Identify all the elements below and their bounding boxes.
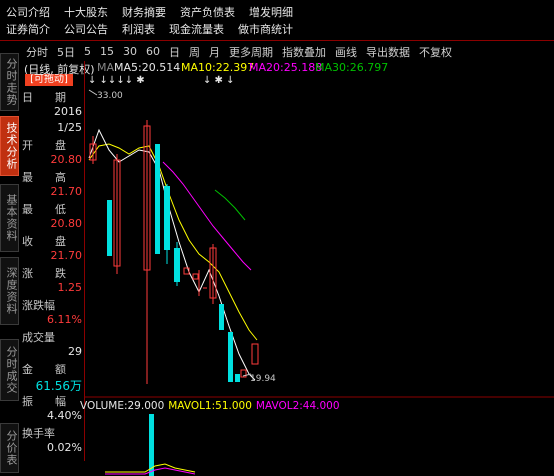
menu-security-brief[interactable]: 证券简介 — [6, 21, 50, 37]
menu-financial-summary[interactable]: 财务摘要 — [122, 4, 166, 20]
ma20-label: MA20:25.188 — [249, 61, 323, 74]
low-label: 最 低 — [22, 203, 66, 216]
kline-chart[interactable]: ↓ ↓↓↓↓ ✱ ↓ ✱ ↓ 33.00 19.94 — [85, 74, 554, 476]
amount-label: 金 额 — [22, 363, 66, 376]
low-value: 20.80 — [50, 217, 83, 230]
ma-prefix: MA — [97, 61, 115, 74]
open-value: 20.80 — [50, 153, 83, 166]
year-value: 2016 — [54, 105, 82, 118]
change-label: 涨 跌 — [22, 267, 66, 280]
period-toolbar: 分时 5日 5 15 30 60 日 周 月 更多周期 指数叠加 画线 导出数据… — [0, 43, 554, 60]
tab-timeshare[interactable]: 分时 — [26, 44, 48, 60]
nav-timeshare-trend[interactable]: 分时走势 — [0, 53, 19, 111]
nav-deep-info[interactable]: 深度资料 — [0, 257, 19, 325]
ma30-line — [214, 189, 246, 221]
tab-5min[interactable]: 5 — [84, 45, 91, 58]
nav-price-table[interactable]: 分价表 — [0, 423, 19, 473]
turnover-label: 换手率 — [22, 427, 55, 440]
index-overlay-dropdown[interactable]: 指数叠加 — [282, 44, 326, 60]
high-label: 最 高 — [22, 171, 66, 184]
candles — [89, 120, 259, 384]
draw-line-button[interactable]: 画线 — [335, 44, 357, 60]
high-pointer — [88, 89, 98, 96]
volume-header: VOLUME:29.000 MAVOL1:51.000 MAVOL2:44.00… — [80, 400, 340, 412]
menu-issuance-detail[interactable]: 增发明细 — [249, 4, 293, 20]
pct-label: 涨跌幅 — [22, 299, 55, 312]
close-value: 21.70 — [50, 249, 83, 262]
mavol1-label: MAVOL1:51.000 — [168, 400, 252, 412]
tab-30min[interactable]: 30 — [123, 45, 137, 58]
volume-value: 29 — [68, 345, 82, 358]
export-data-button[interactable]: 导出数据 — [366, 44, 410, 60]
amount-value: 61.56万 — [35, 379, 82, 393]
menu-row-2: 证券简介 公司公告 利润表 现金流量表 做市商统计 — [6, 21, 293, 37]
close-label: 收 盘 — [22, 235, 66, 248]
menu-top-holders[interactable]: 十大股东 — [64, 4, 108, 20]
open-label: 开 盘 — [22, 139, 66, 152]
info-panel: 日 期 2016 1/25 开 盘 20.80 最 高 21.70 最 低 20… — [20, 61, 85, 461]
nav-technical-analysis[interactable]: 技术分析 — [0, 116, 19, 176]
menu-row-1: 公司介绍 十大股东 财务摘要 资产负债表 增发明细 — [6, 4, 293, 20]
tab-15min[interactable]: 15 — [100, 45, 114, 58]
nav-timeshare-trades[interactable]: 分时成交 — [0, 339, 19, 401]
more-periods-dropdown[interactable]: 更多周期 — [229, 44, 273, 60]
menu-announcements[interactable]: 公司公告 — [64, 21, 108, 37]
change-value: 1.25 — [57, 281, 83, 294]
tab-60min[interactable]: 60 — [146, 45, 160, 58]
tab-week[interactable]: 周 — [189, 44, 200, 60]
menu-company-intro[interactable]: 公司介绍 — [6, 4, 50, 20]
nav-basic-info[interactable]: 基本资料 — [0, 184, 19, 252]
date-label: 日 期 — [22, 91, 66, 104]
high-price-mark: 33.00 — [97, 91, 123, 101]
amplitude-label: 振 幅 — [22, 395, 66, 408]
left-nav: 分时走势 技术分析 基本资料 深度资料 分时成交 分价表 — [0, 43, 20, 476]
event-markers-2: ↓ ✱ ↓ — [203, 75, 235, 86]
pct-value: 6.11% — [47, 313, 82, 326]
high-value: 21.70 — [50, 185, 83, 198]
no-adjust-button[interactable]: 不复权 — [419, 44, 452, 60]
amplitude-value: 4.40% — [47, 409, 82, 422]
menu-market-maker[interactable]: 做市商统计 — [238, 21, 293, 37]
turnover-value: 0.02% — [47, 441, 82, 454]
menu-cashflow[interactable]: 现金流量表 — [169, 21, 224, 37]
low-price-mark: 19.94 — [250, 374, 276, 384]
tab-day[interactable]: 日 — [169, 44, 180, 60]
top-menu: 公司介绍 十大股东 财务摘要 资产负债表 增发明细 证券简介 公司公告 利润表 … — [0, 0, 554, 38]
tab-5day[interactable]: 5日 — [57, 44, 75, 60]
event-markers: ↓ ↓↓↓↓ ✱ — [88, 75, 145, 86]
divider — [0, 40, 554, 41]
ma10-label: MA10:22.397 — [181, 61, 255, 74]
tab-month[interactable]: 月 — [209, 44, 220, 60]
menu-balance-sheet[interactable]: 资产负债表 — [180, 4, 235, 20]
volume-label: 成交量 — [22, 331, 55, 344]
date-value: 1/25 — [57, 121, 82, 134]
volume-value-label: VOLUME:29.000 — [80, 400, 165, 412]
ma30-label: MA30:26.797 — [315, 61, 389, 74]
ma5-label: MA5:20.514 — [114, 61, 181, 74]
mavol2-label: MAVOL2:44.000 — [255, 400, 340, 412]
menu-income-statement[interactable]: 利润表 — [122, 21, 155, 37]
